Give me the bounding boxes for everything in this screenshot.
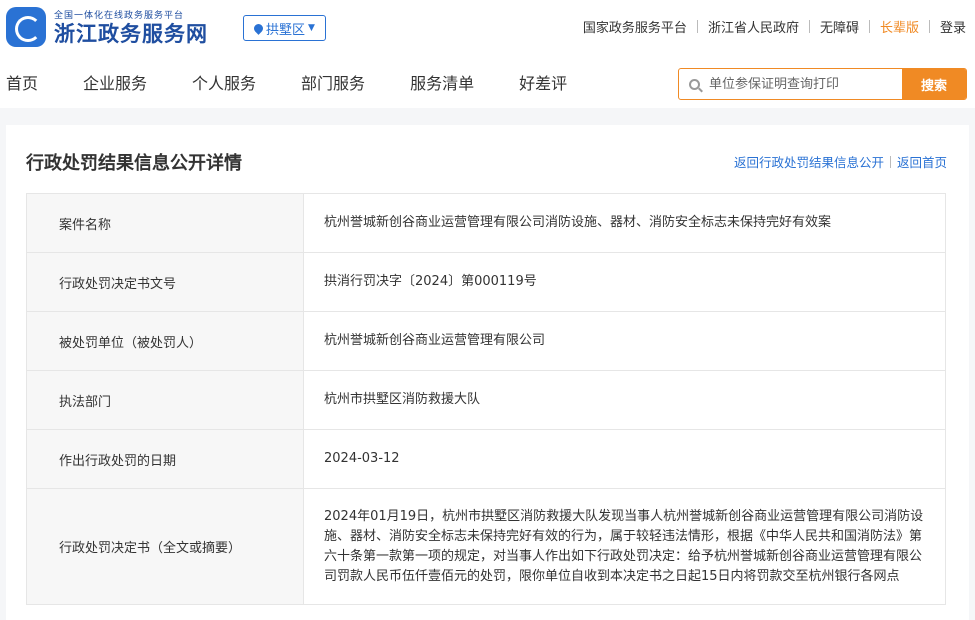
page-title: 行政处罚结果信息公开详情: [26, 153, 242, 174]
field-label: 作出行政处罚的日期: [26, 429, 304, 489]
table-row: 行政处罚决定书（全文或摘要） 2024年01月19日，杭州市拱墅区消防救援大队发…: [26, 488, 946, 605]
detail-table: 案件名称 杭州誉城新创谷商业运营管理有限公司消防设施、器材、消防安全标志未保持完…: [26, 193, 946, 605]
field-label: 案件名称: [26, 193, 304, 253]
field-value: 2024年01月19日，杭州市拱墅区消防救援大队发现当事人杭州誉城新创谷商业运营…: [303, 488, 946, 605]
table-row: 案件名称 杭州誉城新创谷商业运营管理有限公司消防设施、器材、消防安全标志未保持完…: [26, 193, 946, 253]
table-row: 行政处罚决定书文号 拱消行罚决字〔2024〕第000119号: [26, 252, 946, 312]
location-pin-icon: [252, 21, 265, 35]
field-value: 杭州誉城新创谷商业运营管理有限公司: [303, 311, 946, 371]
field-value: 2024-03-12: [303, 429, 946, 489]
table-row: 被处罚单位（被处罚人） 杭州誉城新创谷商业运营管理有限公司: [26, 311, 946, 371]
field-value: 杭州誉城新创谷商业运营管理有限公司消防设施、器材、消防安全标志未保持完好有效案: [303, 193, 946, 253]
divider: [889, 155, 891, 168]
login-link[interactable]: 登录: [940, 17, 966, 36]
search-box: 搜索: [678, 68, 967, 100]
logo-subtitle: 全国一体化在线政务服务平台: [54, 10, 185, 21]
divider: [808, 20, 810, 33]
field-label: 行政处罚决定书文号: [26, 252, 304, 312]
region-selector[interactable]: 拱墅区 ▼: [243, 15, 326, 41]
table-row: 作出行政处罚的日期 2024-03-12: [26, 429, 946, 489]
nav-service-list[interactable]: 服务清单: [410, 70, 474, 94]
main-nav: 首页 企业服务 个人服务 部门服务 服务清单 好差评: [6, 56, 612, 108]
card-links: 返回行政处罚结果信息公开 返回首页: [734, 152, 947, 171]
field-label: 执法部门: [26, 370, 304, 430]
link-provincial-government[interactable]: 浙江省人民政府: [708, 17, 799, 36]
search-input[interactable]: [709, 69, 902, 99]
site-logo[interactable]: 全国一体化在线政务服务平台 浙江政务服务网: [6, 7, 208, 47]
field-value: 拱消行罚决字〔2024〕第000119号: [303, 252, 946, 312]
field-label: 被处罚单位（被处罚人）: [26, 311, 304, 371]
main-nav-bar: 首页 企业服务 个人服务 部门服务 服务清单 好差评 搜索: [0, 56, 975, 108]
region-label: 拱墅区: [266, 22, 306, 38]
top-links: 国家政务服务平台 浙江省人民政府 无障碍 长辈版 登录: [583, 17, 966, 36]
back-to-home-link[interactable]: 返回首页: [897, 152, 947, 171]
divider: [696, 20, 698, 33]
field-label: 行政处罚决定书（全文或摘要）: [26, 488, 304, 605]
detail-card: 行政处罚结果信息公开详情 返回行政处罚结果信息公开 返回首页 案件名称 杭州誉城…: [6, 125, 969, 620]
field-value: 杭州市拱墅区消防救援大队: [303, 370, 946, 430]
divider: [928, 20, 930, 33]
back-to-list-link[interactable]: 返回行政处罚结果信息公开: [734, 152, 884, 171]
nav-evaluation[interactable]: 好差评: [519, 70, 567, 94]
logo-icon: [6, 7, 46, 47]
table-row: 执法部门 杭州市拱墅区消防救援大队: [26, 370, 946, 430]
link-elder-version[interactable]: 长辈版: [880, 17, 919, 36]
nav-enterprise-services[interactable]: 企业服务: [83, 70, 147, 94]
logo-title: 浙江政务服务网: [54, 21, 208, 46]
divider: [868, 20, 870, 33]
nav-personal-services[interactable]: 个人服务: [192, 70, 256, 94]
link-national-platform[interactable]: 国家政务服务平台: [583, 17, 687, 36]
search-icon: [679, 69, 709, 99]
nav-department-services[interactable]: 部门服务: [301, 70, 365, 94]
search-button[interactable]: 搜索: [902, 69, 966, 99]
link-accessibility[interactable]: 无障碍: [820, 17, 859, 36]
top-header: 全国一体化在线政务服务平台 浙江政务服务网 拱墅区 ▼ 国家政务服务平台 浙江省…: [0, 0, 975, 56]
caret-down-icon: ▼: [308, 23, 315, 33]
nav-home[interactable]: 首页: [6, 70, 38, 94]
